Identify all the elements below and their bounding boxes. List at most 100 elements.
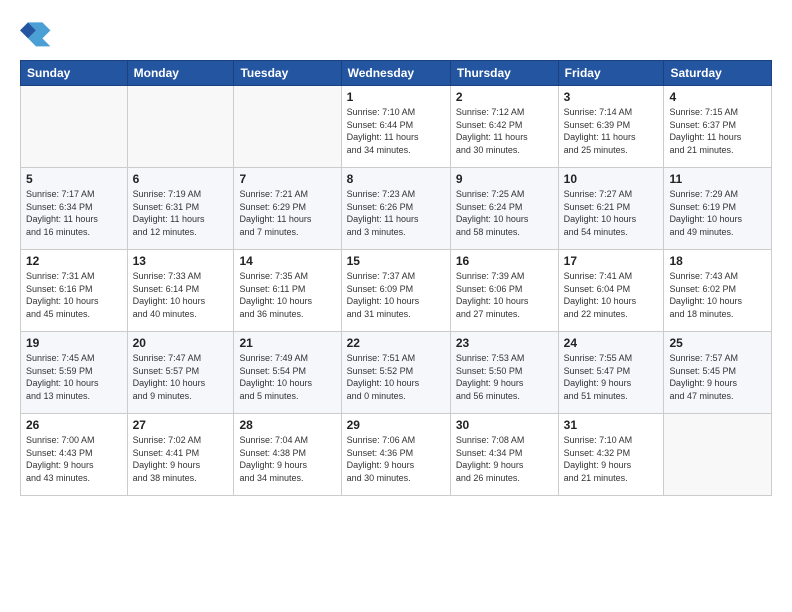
day-info: Sunrise: 7:47 AM Sunset: 5:57 PM Dayligh… (133, 352, 229, 402)
calendar: SundayMondayTuesdayWednesdayThursdayFrid… (20, 60, 772, 496)
calendar-cell: 28 Sunrise: 7:04 AM Sunset: 4:38 PM Dayli… (234, 414, 341, 496)
day-info: Sunrise: 7:00 AM Sunset: 4:43 PM Dayligh… (26, 434, 122, 484)
day-number: 5 (26, 172, 122, 186)
day-number: 25 (669, 336, 766, 350)
logo-icon (20, 16, 52, 48)
calendar-cell: 16 Sunrise: 7:39 AM Sunset: 6:06 PM Dayli… (450, 250, 558, 332)
day-number: 23 (456, 336, 553, 350)
logo (20, 16, 56, 48)
day-info: Sunrise: 7:53 AM Sunset: 5:50 PM Dayligh… (456, 352, 553, 402)
day-info: Sunrise: 7:14 AM Sunset: 6:39 PM Dayligh… (564, 106, 659, 156)
calendar-cell: 20 Sunrise: 7:47 AM Sunset: 5:57 PM Dayli… (127, 332, 234, 414)
day-number: 16 (456, 254, 553, 268)
day-info: Sunrise: 7:29 AM Sunset: 6:19 PM Dayligh… (669, 188, 766, 238)
weekday-header-wednesday: Wednesday (341, 61, 450, 86)
week-row-3: 12Sunrise: 7:31 AM Sunset: 6:16 PM Dayli… (21, 250, 772, 332)
calendar-cell: 19 Sunrise: 7:45 AM Sunset: 5:59 PM Dayli… (21, 332, 128, 414)
calendar-cell: 27 Sunrise: 7:02 AM Sunset: 4:41 PM Dayli… (127, 414, 234, 496)
day-info: Sunrise: 7:33 AM Sunset: 6:14 PM Dayligh… (133, 270, 229, 320)
weekday-header-tuesday: Tuesday (234, 61, 341, 86)
week-row-5: 26 Sunrise: 7:00 AM Sunset: 4:43 PM Dayli… (21, 414, 772, 496)
day-number: 29 (347, 418, 445, 432)
day-info: Sunrise: 7:27 AM Sunset: 6:21 PM Dayligh… (564, 188, 659, 238)
day-number: 28 (239, 418, 335, 432)
day-info: Sunrise: 7:06 AM Sunset: 4:36 PM Dayligh… (347, 434, 445, 484)
calendar-cell (234, 86, 341, 168)
weekday-header-thursday: Thursday (450, 61, 558, 86)
day-info: Sunrise: 7:17 AM Sunset: 6:34 PM Dayligh… (26, 188, 122, 238)
weekday-header-saturday: Saturday (664, 61, 772, 86)
day-number: 2 (456, 90, 553, 104)
week-row-2: 5 Sunrise: 7:17 AM Sunset: 6:34 PM Daylig… (21, 168, 772, 250)
day-info: Sunrise: 7:25 AM Sunset: 6:24 PM Dayligh… (456, 188, 553, 238)
day-number: 12 (26, 254, 122, 268)
day-info: Sunrise: 7:08 AM Sunset: 4:34 PM Dayligh… (456, 434, 553, 484)
day-info: Sunrise: 7:55 AM Sunset: 5:47 PM Dayligh… (564, 352, 659, 402)
calendar-cell: 30 Sunrise: 7:08 AM Sunset: 4:34 PM Dayli… (450, 414, 558, 496)
day-number: 20 (133, 336, 229, 350)
calendar-cell (127, 86, 234, 168)
calendar-cell: 6 Sunrise: 7:19 AM Sunset: 6:31 PM Daylig… (127, 168, 234, 250)
calendar-cell: 5 Sunrise: 7:17 AM Sunset: 6:34 PM Daylig… (21, 168, 128, 250)
day-number: 1 (347, 90, 445, 104)
calendar-cell: 2Sunrise: 7:12 AM Sunset: 6:42 PM Daylig… (450, 86, 558, 168)
day-number: 31 (564, 418, 659, 432)
calendar-cell: 22 Sunrise: 7:51 AM Sunset: 5:52 PM Dayli… (341, 332, 450, 414)
day-number: 26 (26, 418, 122, 432)
day-info: Sunrise: 7:19 AM Sunset: 6:31 PM Dayligh… (133, 188, 229, 238)
day-info: Sunrise: 7:37 AM Sunset: 6:09 PM Dayligh… (347, 270, 445, 320)
day-info: Sunrise: 7:51 AM Sunset: 5:52 PM Dayligh… (347, 352, 445, 402)
calendar-cell: 8Sunrise: 7:23 AM Sunset: 6:26 PM Daylig… (341, 168, 450, 250)
calendar-cell: 18Sunrise: 7:43 AM Sunset: 6:02 PM Dayli… (664, 250, 772, 332)
day-number: 6 (133, 172, 229, 186)
calendar-cell: 25Sunrise: 7:57 AM Sunset: 5:45 PM Dayli… (664, 332, 772, 414)
day-number: 7 (239, 172, 335, 186)
calendar-cell: 4 Sunrise: 7:15 AM Sunset: 6:37 PM Daylig… (664, 86, 772, 168)
day-number: 4 (669, 90, 766, 104)
day-number: 24 (564, 336, 659, 350)
day-number: 11 (669, 172, 766, 186)
calendar-cell: 29 Sunrise: 7:06 AM Sunset: 4:36 PM Dayli… (341, 414, 450, 496)
week-row-4: 19 Sunrise: 7:45 AM Sunset: 5:59 PM Dayli… (21, 332, 772, 414)
day-info: Sunrise: 7:49 AM Sunset: 5:54 PM Dayligh… (239, 352, 335, 402)
day-number: 22 (347, 336, 445, 350)
calendar-cell: 3Sunrise: 7:14 AM Sunset: 6:39 PM Daylig… (558, 86, 664, 168)
day-info: Sunrise: 7:35 AM Sunset: 6:11 PM Dayligh… (239, 270, 335, 320)
day-number: 27 (133, 418, 229, 432)
calendar-cell: 14 Sunrise: 7:35 AM Sunset: 6:11 PM Dayli… (234, 250, 341, 332)
calendar-cell (21, 86, 128, 168)
calendar-cell: 15 Sunrise: 7:37 AM Sunset: 6:09 PM Dayli… (341, 250, 450, 332)
day-number: 10 (564, 172, 659, 186)
calendar-cell: 10 Sunrise: 7:27 AM Sunset: 6:21 PM Dayli… (558, 168, 664, 250)
calendar-cell: 1 Sunrise: 7:10 AM Sunset: 6:44 PM Daylig… (341, 86, 450, 168)
day-number: 9 (456, 172, 553, 186)
calendar-cell: 26 Sunrise: 7:00 AM Sunset: 4:43 PM Dayli… (21, 414, 128, 496)
weekday-header-monday: Monday (127, 61, 234, 86)
day-info: Sunrise: 7:15 AM Sunset: 6:37 PM Dayligh… (669, 106, 766, 156)
calendar-cell: 23 Sunrise: 7:53 AM Sunset: 5:50 PM Dayli… (450, 332, 558, 414)
day-number: 30 (456, 418, 553, 432)
day-number: 15 (347, 254, 445, 268)
day-number: 14 (239, 254, 335, 268)
day-number: 17 (564, 254, 659, 268)
day-info: Sunrise: 7:45 AM Sunset: 5:59 PM Dayligh… (26, 352, 122, 402)
day-info: Sunrise: 7:02 AM Sunset: 4:41 PM Dayligh… (133, 434, 229, 484)
calendar-cell: 9 Sunrise: 7:25 AM Sunset: 6:24 PM Daylig… (450, 168, 558, 250)
page-container: SundayMondayTuesdayWednesdayThursdayFrid… (0, 0, 792, 506)
calendar-cell: 24 Sunrise: 7:55 AM Sunset: 5:47 PM Dayli… (558, 332, 664, 414)
day-number: 8 (347, 172, 445, 186)
header (20, 16, 772, 48)
calendar-cell (664, 414, 772, 496)
day-number: 18 (669, 254, 766, 268)
day-info: Sunrise: 7:41 AM Sunset: 6:04 PM Dayligh… (564, 270, 659, 320)
calendar-cell: 31Sunrise: 7:10 AM Sunset: 4:32 PM Dayli… (558, 414, 664, 496)
weekday-header-friday: Friday (558, 61, 664, 86)
weekday-header-sunday: Sunday (21, 61, 128, 86)
day-info: Sunrise: 7:04 AM Sunset: 4:38 PM Dayligh… (239, 434, 335, 484)
day-number: 19 (26, 336, 122, 350)
calendar-cell: 7Sunrise: 7:21 AM Sunset: 6:29 PM Daylig… (234, 168, 341, 250)
day-info: Sunrise: 7:10 AM Sunset: 6:44 PM Dayligh… (347, 106, 445, 156)
day-info: Sunrise: 7:39 AM Sunset: 6:06 PM Dayligh… (456, 270, 553, 320)
weekday-header-row: SundayMondayTuesdayWednesdayThursdayFrid… (21, 61, 772, 86)
calendar-cell: 12Sunrise: 7:31 AM Sunset: 6:16 PM Dayli… (21, 250, 128, 332)
